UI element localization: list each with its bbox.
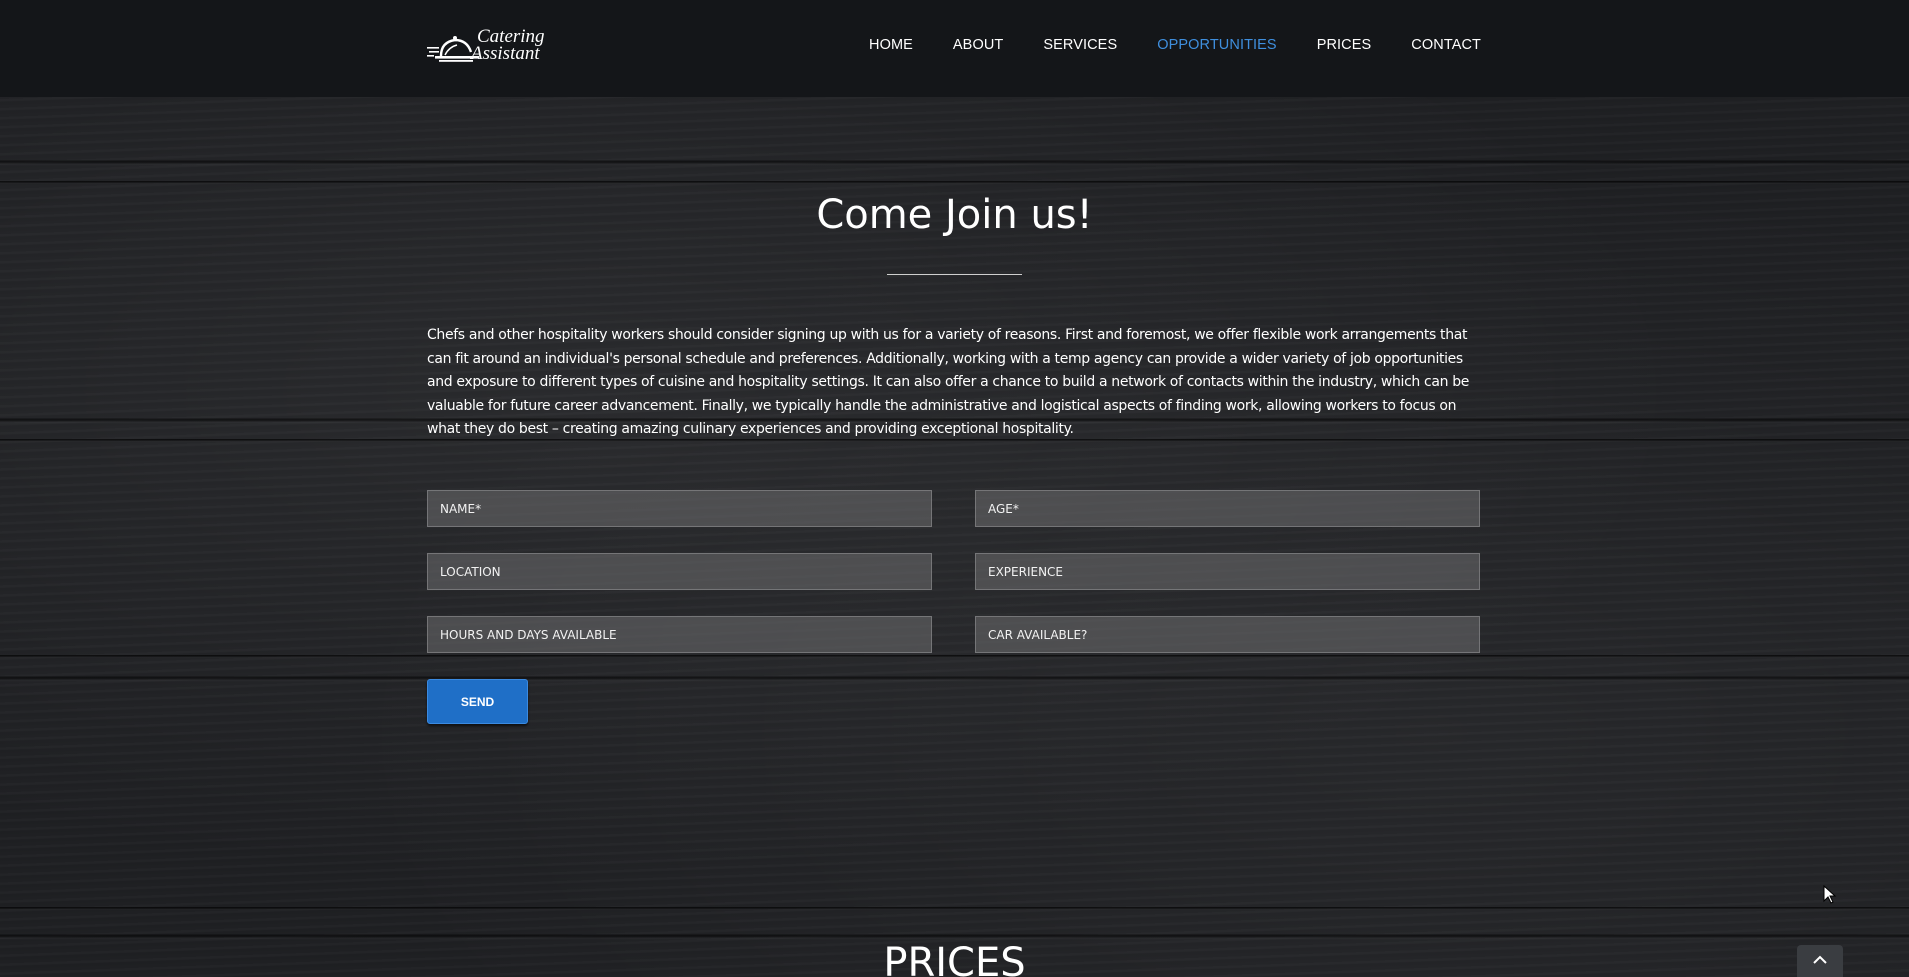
prices-heading: PRICES bbox=[883, 940, 1026, 977]
hours-field[interactable] bbox=[427, 616, 932, 653]
section-title: Come Join us! bbox=[816, 192, 1093, 238]
location-field[interactable] bbox=[427, 553, 932, 590]
logo-text: Catering Assistant bbox=[471, 27, 545, 64]
nav-item-opportunities[interactable]: OPPORTUNITIES bbox=[1157, 37, 1276, 53]
nav-item-about[interactable]: ABOUT bbox=[953, 37, 1003, 53]
nav-item-prices[interactable]: PRICES bbox=[1317, 37, 1372, 53]
experience-field[interactable] bbox=[975, 553, 1480, 590]
nav-item-services[interactable]: SERVICES bbox=[1043, 37, 1117, 53]
main-nav: HOME ABOUT SERVICES OPPORTUNITIES PRICES… bbox=[829, 37, 1481, 53]
age-field[interactable] bbox=[975, 490, 1480, 527]
page: Catering Assistant HOME ABOUT SERVICES O… bbox=[0, 0, 1909, 977]
plank-seam bbox=[0, 907, 1909, 910]
plank-seam bbox=[0, 181, 1909, 184]
scroll-to-top-button[interactable] bbox=[1797, 945, 1843, 977]
site-logo[interactable]: Catering Assistant bbox=[427, 27, 559, 66]
intro-paragraph: Chefs and other hospitality workers shou… bbox=[427, 327, 1470, 437]
logo-line2: Assistant bbox=[471, 43, 540, 64]
send-button[interactable]: SEND bbox=[427, 679, 528, 724]
title-divider bbox=[887, 274, 1022, 275]
plank-seam bbox=[0, 655, 1909, 658]
name-field[interactable] bbox=[427, 490, 932, 527]
mouse-cursor-icon bbox=[1823, 885, 1837, 904]
site-header: Catering Assistant HOME ABOUT SERVICES O… bbox=[0, 0, 1909, 97]
car-field[interactable] bbox=[975, 616, 1480, 653]
nav-item-contact[interactable]: CONTACT bbox=[1411, 37, 1481, 53]
nav-item-home[interactable]: HOME bbox=[869, 37, 913, 53]
chevron-up-icon bbox=[1813, 955, 1827, 964]
